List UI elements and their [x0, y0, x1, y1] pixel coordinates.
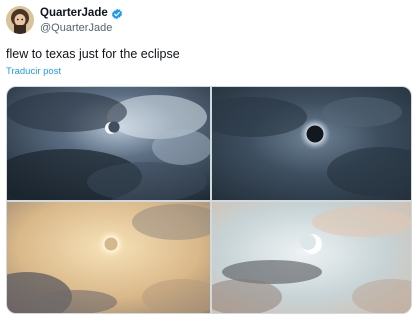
eclipse-photo-pastel-sky[interactable]: [212, 202, 411, 313]
author-handle[interactable]: @QuarterJade: [40, 21, 123, 35]
avatar-image: [6, 6, 34, 34]
tweet-post: QuarterJade @QuarterJade flew to texas j…: [0, 0, 420, 318]
verified-badge-icon: [111, 7, 123, 20]
eclipse-photo-partial-crescent[interactable]: [7, 87, 210, 200]
display-name[interactable]: QuarterJade: [40, 6, 108, 20]
translate-post-link[interactable]: Traducir post: [6, 66, 61, 78]
avatar[interactable]: [6, 6, 34, 34]
author-name-row[interactable]: QuarterJade: [40, 6, 123, 20]
media-grid: [6, 86, 412, 314]
tweet-text: flew to texas just for the eclipse: [6, 47, 180, 61]
eclipse-photo-totality-corona[interactable]: [212, 87, 411, 200]
author-block: QuarterJade @QuarterJade: [40, 6, 123, 35]
eclipse-photo-golden-clouds[interactable]: [7, 202, 210, 313]
